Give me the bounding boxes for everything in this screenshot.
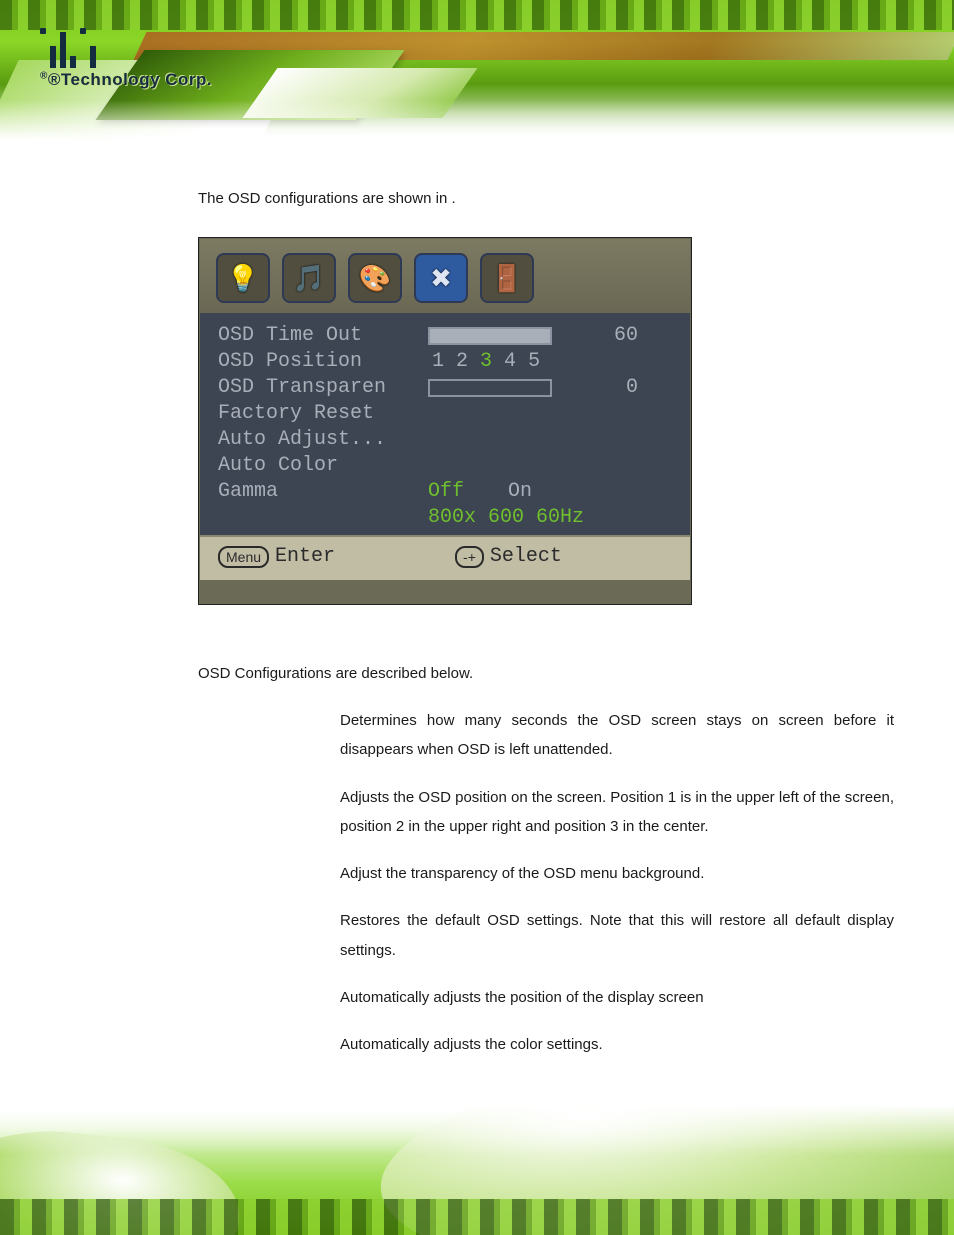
osd-row-transparency[interactable]: OSD Transparen 0 (218, 375, 672, 401)
osd-gamma-on: On (508, 479, 532, 505)
slider-icon (428, 379, 552, 397)
brand-label: ®Technology Corp. (48, 70, 212, 89)
osd-value: 0 (578, 375, 638, 401)
slider-icon (428, 327, 552, 345)
osd-enter-hint: Menu Enter (218, 545, 335, 568)
osd-body: OSD Time Out 60 OSD Position 12345 OSD T… (200, 313, 690, 535)
osd-row-position[interactable]: OSD Position 12345 (218, 349, 672, 375)
osd-label: OSD Transparen (218, 375, 428, 401)
exit-icon: 🚪 (491, 263, 523, 294)
bottom-banner (0, 1105, 954, 1235)
intro-text: The OSD configurations are shown in . (198, 190, 894, 207)
tools-icon: ✖ (430, 263, 452, 294)
page-content: The OSD configurations are shown in . 💡 … (198, 190, 894, 1077)
osd-tab-color[interactable]: 🎨 (348, 253, 402, 303)
desc-timeout: Determines how many seconds the OSD scre… (340, 706, 894, 765)
decor-fade (0, 100, 954, 140)
osd-tab-audio[interactable]: 🎵 (282, 253, 336, 303)
subtext: OSD Configurations are described below. (198, 665, 894, 682)
osd-select-hint: -+ Select (455, 545, 562, 568)
brand-text: ®®Technology Corp. (40, 70, 212, 90)
osd-gamma-off: Off (428, 479, 464, 505)
osd-label: Factory Reset (218, 401, 428, 427)
osd-row-factory-reset[interactable]: Factory Reset (218, 401, 672, 427)
osd-value: 60 (578, 323, 638, 349)
desc-position: Adjusts the OSD position on the screen. … (340, 783, 894, 842)
osd-tab-settings[interactable]: ✖ (414, 253, 468, 303)
select-label: Select (490, 545, 562, 568)
enter-label: Enter (275, 545, 335, 568)
music-icon: 🎵 (293, 263, 325, 294)
palette-icon: 🎨 (359, 263, 391, 294)
menu-key-icon: Menu (218, 546, 269, 568)
top-banner: ®®Technology Corp. (0, 0, 954, 140)
osd-row-resolution: 800x 600 60Hz (218, 505, 672, 531)
osd-row-timeout[interactable]: OSD Time Out 60 (218, 323, 672, 349)
osd-footer: Menu Enter -+ Select (200, 535, 690, 580)
osd-label: OSD Time Out (218, 323, 428, 349)
osd-label: OSD Position (218, 349, 428, 375)
osd-label: Gamma (218, 479, 428, 505)
osd-label: Auto Adjust... (218, 427, 428, 453)
desc-auto-color: Automatically adjusts the color settings… (340, 1030, 894, 1059)
decor-fade (0, 1105, 954, 1155)
description-list: Determines how many seconds the OSD scre… (340, 706, 894, 1059)
osd-row-auto-color[interactable]: Auto Color (218, 453, 672, 479)
osd-tab-exit[interactable]: 🚪 (480, 253, 534, 303)
desc-auto-adjust: Automatically adjusts the position of th… (340, 983, 894, 1012)
osd-tab-bar: 💡 🎵 🎨 ✖ 🚪 (200, 239, 690, 313)
osd-position-options: 12345 (428, 349, 578, 375)
osd-screenshot: 💡 🎵 🎨 ✖ 🚪 OSD Time Out 60 OSD Position 1… (198, 237, 692, 605)
brand-logo (40, 28, 96, 68)
desc-transparency: Adjust the transparency of the OSD menu … (340, 859, 894, 888)
osd-resolution: 800x 600 60Hz (428, 505, 668, 531)
osd-tab-brightness[interactable]: 💡 (216, 253, 270, 303)
osd-row-auto-adjust[interactable]: Auto Adjust... (218, 427, 672, 453)
osd-label: Auto Color (218, 453, 428, 479)
osd-row-gamma[interactable]: Gamma Off On (218, 479, 672, 505)
plusminus-key-icon: -+ (455, 546, 484, 568)
bulb-icon: 💡 (227, 263, 259, 294)
desc-factory-reset: Restores the default OSD settings. Note … (340, 906, 894, 965)
